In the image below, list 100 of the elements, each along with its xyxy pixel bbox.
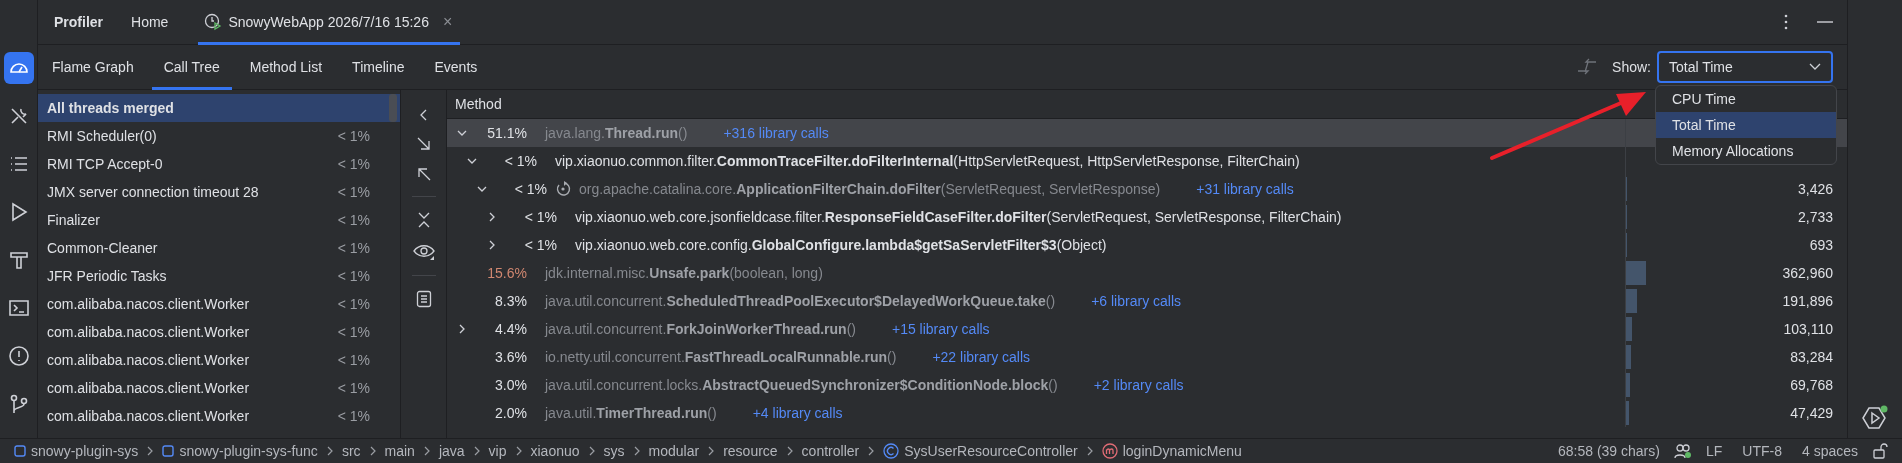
- library-calls-link[interactable]: +15 library calls: [891, 321, 990, 337]
- profiler-session-icon: [204, 13, 223, 31]
- breadcrumb-item[interactable]: xiaonuo: [530, 443, 580, 459]
- tree-row[interactable]: 3.0% java.util.concurrent.locks.AbstractQueuedSynchronizer$ConditionNode.block() +2 library calls 69,768: [447, 371, 1847, 399]
- time-value: 191,896: [1782, 293, 1833, 309]
- breadcrumb-item[interactable]: SysUserResourceController: [883, 443, 1078, 459]
- collapse-icon[interactable]: [416, 211, 431, 229]
- view-tab[interactable]: Events: [422, 44, 490, 90]
- view-tab[interactable]: Method List: [237, 44, 335, 90]
- percent-text: 3.0%: [494, 377, 527, 393]
- view-tab[interactable]: Flame Graph: [40, 44, 146, 90]
- time-value: 83,284: [1790, 349, 1833, 365]
- percent-text: 51.1%: [486, 125, 527, 141]
- thread-item[interactable]: com.alibaba.nacos.client.Worker < 1%: [38, 402, 400, 430]
- thread-item[interactable]: Common-Cleaner < 1%: [38, 234, 400, 262]
- breadcrumb-item[interactable]: snowy-plugin-sys-func: [162, 443, 318, 459]
- menu-item[interactable]: CPU Time: [1656, 86, 1836, 112]
- tree-row[interactable]: 15.6% jdk.internal.misc.Unsafe.park(boolean, long) 362,960: [447, 259, 1847, 287]
- thread-item[interactable]: JMX server connection timeout 28 < 1%: [38, 178, 400, 206]
- method-name: org.apache.catalina.core.ApplicationFilterChain.doFilter(ServletRequest, ServletResponse): [579, 181, 1161, 197]
- more-icon[interactable]: [1783, 14, 1789, 30]
- breadcrumb-item[interactable]: modular: [648, 443, 700, 459]
- editor-tab[interactable]: Home: [125, 0, 177, 45]
- chevron-right-icon: [785, 446, 794, 456]
- method-name: vip.xiaonuo.web.core.config.GlobalConfigure.lambda$getSaServletFilter$3(Object): [575, 237, 1107, 253]
- close-button[interactable]: ×: [442, 13, 453, 31]
- menu-item[interactable]: Total Time: [1656, 112, 1836, 138]
- breadcrumb-item[interactable]: java: [438, 443, 465, 459]
- breadcrumb-item[interactable]: snowy-plugin-sys: [14, 443, 139, 459]
- breadcrumb-item[interactable]: src: [341, 443, 361, 459]
- status-item[interactable]: 4 spaces: [1801, 443, 1858, 459]
- percent-text: 3.6%: [494, 349, 527, 365]
- time-value: 3,426: [1797, 181, 1833, 197]
- chevron-right-icon: [587, 446, 596, 456]
- tree-row[interactable]: 4.4% java.util.concurrent.ForkJoinWorkerThread.run() +15 library calls 103,110: [447, 315, 1847, 343]
- tree-row[interactable]: 2.0% java.util.TimerThread.run() +4 library calls 47,429: [447, 399, 1847, 427]
- chevron-right-icon: [325, 446, 334, 456]
- breadcrumb-item[interactable]: resource: [723, 443, 778, 459]
- method-name: vip.xiaonuo.web.core.jsonfieldcase.filter.ResponseFieldCaseFilter.doFilter(ServletRequest, ServletResponse, FilterChain): [575, 209, 1342, 225]
- view-tab[interactable]: Timeline: [340, 44, 417, 90]
- method-name: vip.xiaonuo.common.filter.CommonTraceFilter.doFilterInternal(HttpServletRequest, HttpServletResponse, FilterChain): [555, 153, 1300, 169]
- arrow-down-right-icon[interactable]: [415, 136, 432, 152]
- breadcrumb-item[interactable]: main: [384, 443, 415, 459]
- library-calls-link[interactable]: +4 library calls: [752, 405, 843, 421]
- method-name: java.lang.Thread.run(): [545, 125, 688, 141]
- method-name: io.netty.util.concurrent.FastThreadLocalRunnable.run(): [545, 349, 897, 365]
- view-tab[interactable]: Call Tree: [151, 44, 232, 90]
- percent-text: 2.0%: [494, 405, 527, 421]
- thread-item[interactable]: com.alibaba.nacos.client.Worker < 1%: [38, 290, 400, 318]
- time-value: 362,960: [1782, 265, 1833, 281]
- percent-text: < 1%: [513, 181, 547, 197]
- breadcrumb-item[interactable]: vip: [488, 443, 507, 459]
- editor-tab[interactable]: SnowyWebApp 2026/7/16 15:26 ×: [198, 0, 461, 45]
- chevron-right-icon: [867, 446, 876, 456]
- thread-item[interactable]: com.alibaba.nacos.client.Worker < 1%: [38, 346, 400, 374]
- status-item[interactable]: 68:58 (39 chars): [1558, 443, 1660, 459]
- chevron-right-icon: [514, 446, 523, 456]
- thread-item[interactable]: Finalizer < 1%: [38, 206, 400, 234]
- percent-text: < 1%: [523, 209, 557, 225]
- show-dropdown[interactable]: Total Time: [1657, 51, 1833, 83]
- breadcrumb-item[interactable]: loginDynamicMenu: [1101, 443, 1242, 459]
- library-calls-link[interactable]: +31 library calls: [1196, 181, 1294, 197]
- library-calls-link[interactable]: +22 library calls: [932, 349, 1031, 365]
- status-item[interactable]: LF: [1705, 443, 1723, 459]
- chevron-right-icon: [632, 446, 641, 456]
- thread-item[interactable]: All threads merged: [38, 94, 400, 122]
- arrow-up-left-icon[interactable]: [415, 166, 432, 182]
- people-icon[interactable]: [1673, 443, 1692, 459]
- tree-row[interactable]: < 1% org.apache.catalina.core.ApplicationFilterChain.doFilter(ServletRequest, ServletResponse) +31 library calls 3,426: [447, 175, 1847, 203]
- scrollbar-thumb[interactable]: [389, 94, 397, 122]
- thread-item[interactable]: RMI TCP Accept-0 < 1%: [38, 150, 400, 178]
- tree-row[interactable]: 3.6% io.netty.util.concurrent.FastThreadLocalRunnable.run() +22 library calls 83,284: [447, 343, 1847, 371]
- tree-row[interactable]: < 1% vip.xiaonuo.web.core.config.GlobalConfigure.lambda$getSaServletFilter$3(Object) 693: [447, 231, 1847, 259]
- thread-item[interactable]: RMI Scheduler(0) < 1%: [38, 122, 400, 150]
- breadcrumb-item[interactable]: controller: [801, 443, 860, 459]
- percent-text: < 1%: [503, 153, 537, 169]
- document-icon[interactable]: [415, 290, 432, 308]
- time-value: 69,768: [1790, 377, 1833, 393]
- library-calls-link[interactable]: +2 library calls: [1093, 377, 1184, 393]
- tree-row[interactable]: < 1% vip.xiaonuo.web.core.jsonfieldcase.filter.ResponseFieldCaseFilter.doFilter(ServletRequest, ServletResponse, FilterChain) 2,733: [447, 203, 1847, 231]
- library-calls-link[interactable]: +6 library calls: [1091, 293, 1182, 309]
- chevron-right-icon: [422, 446, 431, 456]
- time-value: 693: [1809, 237, 1833, 253]
- status-item[interactable]: UTF-8: [1742, 443, 1782, 459]
- gauge-icon[interactable]: [3, 52, 34, 84]
- breadcrumb-item[interactable]: sys: [603, 443, 625, 459]
- thread-item[interactable]: com.alibaba.nacos.client.Worker < 1%: [38, 374, 400, 402]
- class-icon: [883, 443, 900, 459]
- method-icon: [1101, 443, 1118, 459]
- column-header[interactable]: Method: [455, 96, 502, 112]
- thread-item[interactable]: com.alibaba.nacos.client.Worker < 1%: [38, 318, 400, 346]
- chevron-right-icon: [146, 446, 155, 456]
- lock-icon[interactable]: [1872, 443, 1888, 459]
- chevron-right-icon: [1085, 446, 1094, 456]
- run-widget-icon[interactable]: [1861, 404, 1889, 432]
- thread-item[interactable]: JFR Periodic Tasks < 1%: [38, 262, 400, 290]
- chevron-right-icon: [368, 446, 377, 456]
- method-name: java.util.TimerThread.run(): [545, 405, 717, 421]
- tree-row[interactable]: 8.3% java.util.concurrent.ScheduledThreadPoolExecutor$DelayedWorkQueue.take() +6 library calls 191,896: [447, 287, 1847, 315]
- eye-icon[interactable]: [412, 243, 435, 261]
